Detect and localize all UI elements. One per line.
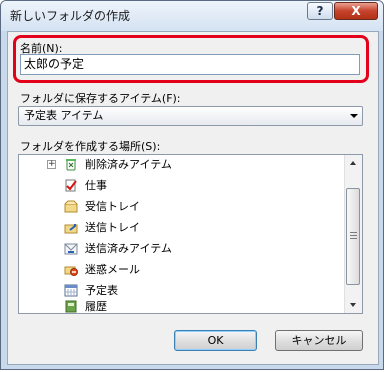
tree-item-label: 仕事 — [85, 179, 107, 192]
sent-items-icon — [64, 242, 78, 255]
name-highlight-annotation — [13, 35, 369, 83]
tree-item-label: 送信トレイ — [85, 221, 140, 234]
journal-icon — [64, 300, 78, 313]
tree-scrollbar[interactable] — [344, 155, 362, 313]
help-button[interactable]: ? — [307, 2, 333, 20]
scroll-down-icon[interactable] — [350, 303, 356, 307]
item-type-label: フォルダに保存するアイテム(F): — [20, 92, 181, 105]
location-label: フォルダを作成する場所(S): — [20, 140, 161, 153]
tasks-icon — [64, 179, 78, 192]
grip-line — [350, 232, 357, 233]
deleted-items-icon — [64, 158, 78, 171]
tree-item-label: 送信済みアイテム — [85, 242, 172, 255]
item-type-value: 予定表 アイテム — [24, 109, 104, 122]
title-bar[interactable]: 新しいフォルダの作成 ? X — [1, 1, 383, 31]
tree-item-label: 履歴 — [85, 300, 107, 313]
tree-item-label: 受信トレイ — [85, 200, 140, 213]
junk-mail-icon — [64, 263, 78, 276]
ok-button[interactable]: OK — [174, 330, 257, 351]
tree-item-label: 迷惑メール — [85, 263, 140, 276]
scroll-up-icon[interactable] — [350, 161, 356, 165]
close-button[interactable]: X — [334, 2, 378, 20]
chevron-down-icon[interactable] — [350, 114, 358, 118]
dialog-title: 新しいフォルダの作成 — [10, 9, 131, 23]
item-type-select[interactable]: 予定表 アイテム — [18, 106, 363, 126]
inbox-icon — [64, 200, 78, 213]
cancel-button[interactable]: キャンセル — [275, 330, 363, 351]
grip-line — [350, 235, 357, 236]
scroll-thumb[interactable] — [346, 188, 360, 285]
grip-line — [350, 238, 357, 239]
outbox-icon — [64, 221, 78, 234]
calendar-icon — [64, 284, 78, 297]
expand-icon[interactable]: + — [47, 160, 56, 169]
folder-tree[interactable]: + 削除済みアイテム 仕事 受信トレイ 送信トレイ 送信済みアイテム 迷惑メール — [18, 154, 363, 314]
tree-item-label: 削除済みアイテム — [85, 158, 172, 171]
